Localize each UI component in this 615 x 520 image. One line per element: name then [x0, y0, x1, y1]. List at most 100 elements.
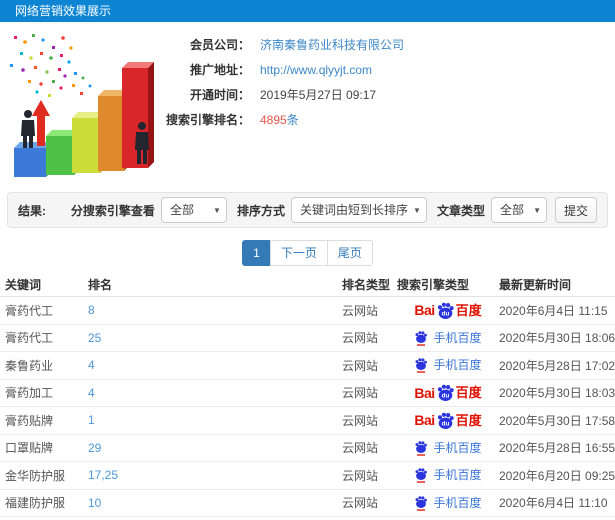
mobile-baidu-badge: 手机百度 — [414, 440, 482, 456]
type-filter-label: 文章类型 — [436, 203, 485, 218]
submit-button[interactable]: 提交 — [554, 197, 597, 223]
table-row: 金华防护服 17,25 云网站 手机百度 2020年6月20日 09:25 — [0, 462, 615, 490]
rank-link[interactable]: 17,25 — [88, 468, 342, 482]
engine-cell: 手机百度 — [397, 357, 499, 374]
rank-count-value: 4895条 — [260, 111, 299, 128]
table-row: 口罩贴牌 29 云网站 手机百度 2020年5月28日 16:55 — [0, 435, 615, 462]
rank-type-cell: 云网站 — [342, 303, 379, 318]
table-row: 福建防护服 10 云网站 手机百度 2020年6月4日 11:10 — [0, 490, 615, 517]
baidu-logo: Bai du 百度 — [414, 383, 482, 402]
last-page-button[interactable]: 尾页 — [326, 240, 373, 266]
baidu-logo-cn-text: 百度 — [455, 385, 482, 401]
engine-filter-value: 全部 — [169, 203, 194, 217]
svg-text:du: du — [441, 420, 449, 427]
mobile-baidu-badge: 手机百度 — [414, 467, 482, 484]
rank-link[interactable]: 4 — [88, 386, 342, 400]
engine-cell: 手机百度 — [397, 330, 499, 346]
rank-link[interactable]: 29 — [88, 441, 342, 455]
page-header: 网络营销效果展示 — [0, 0, 615, 22]
rank-count-label: 搜索引擎排名： — [165, 113, 250, 127]
engine-filter-select[interactable]: 全部 ▼ — [160, 197, 227, 223]
rank-link[interactable]: 10 — [88, 496, 342, 510]
rank-type-cell: 云网站 — [342, 468, 379, 483]
col-keyword: 关键词 — [5, 277, 42, 292]
baidu-paw-icon: du — [437, 384, 454, 402]
svg-text:du: du — [441, 310, 449, 317]
table-row: 秦鲁药业 4 云网站 手机百度 2020年5月28日 17:02 — [0, 352, 615, 380]
keyword-cell: 福建防护服 — [5, 496, 66, 511]
page: 网络营销效果展示 会员公司： 济南秦鲁药业科技有限公司 推广地址： http:/… — [0, 0, 615, 520]
page-1-button[interactable]: 1 — [242, 240, 271, 266]
baidu-paw-icon: du — [437, 412, 454, 429]
keyword-cell: 金华防护服 — [5, 468, 66, 483]
open-time-label: 开通时间： — [189, 88, 250, 102]
baidu-paw-icon: du — [437, 302, 454, 319]
updated-cell: 2020年5月30日 17:58 — [499, 413, 615, 428]
results-table: 关键词 排名 排名类型 搜索引擎类型 最新更新时间 膏药代工 8 云网站 Bai… — [0, 272, 615, 520]
baidu-paw-icon — [415, 441, 428, 456]
promo-url-link[interactable]: http://www.qlyyjt.com — [260, 63, 372, 77]
growth-chart-illustration — [10, 34, 154, 177]
chevron-down-icon: ▼ — [413, 206, 421, 215]
mobile-baidu-label: 手机百度 — [433, 358, 482, 373]
updated-cell: 2020年5月28日 16:55 — [499, 441, 615, 456]
table-header: 关键词 排名 排名类型 搜索引擎类型 最新更新时间 — [0, 272, 615, 297]
info-row-company: 会员公司： 济南秦鲁药业科技有限公司 — [158, 32, 608, 57]
rank-count-suffix: 条 — [286, 113, 299, 127]
rank-link[interactable]: 1 — [88, 413, 342, 427]
col-updated: 最新更新时间 — [499, 277, 572, 292]
rank-link[interactable]: 25 — [88, 331, 342, 345]
col-rank: 排名 — [88, 277, 113, 292]
keyword-cell: 膏药贴牌 — [5, 413, 54, 428]
pagination: 1 下一页 尾页 — [0, 240, 615, 266]
engine-cell: Bai du 百度 — [397, 301, 499, 320]
company-info: 会员公司： 济南秦鲁药业科技有限公司 推广地址： http://www.qlyy… — [158, 32, 608, 132]
baidu-logo: Bai du 百度 — [414, 301, 482, 320]
updated-cell: 2020年5月28日 17:02 — [499, 358, 615, 373]
table-row: 膏药代工 8 云网站 Bai du 百度 2020年6月4日 11:15 — [0, 297, 615, 325]
type-filter-select[interactable]: 全部 ▼ — [490, 197, 547, 223]
updated-cell: 2020年5月30日 18:06 — [499, 331, 615, 346]
rank-link[interactable]: 8 — [88, 303, 342, 317]
rank-type-cell: 云网站 — [342, 358, 379, 373]
sort-filter-value: 关键词由短到长排序 — [299, 203, 408, 217]
mobile-baidu-label: 手机百度 — [433, 468, 482, 483]
baidu-logo-cn-text: 百度 — [455, 302, 482, 318]
sort-filter-label: 排序方式 — [236, 203, 285, 218]
sort-filter-select[interactable]: 关键词由短到长排序 ▼ — [290, 197, 427, 223]
mobile-baidu-label: 手机百度 — [433, 330, 482, 345]
updated-cell: 2020年6月20日 09:25 — [499, 468, 615, 483]
rank-link[interactable]: 4 — [88, 358, 342, 372]
filter-bar: 结果: 分搜索引擎查看 全部 ▼ 排序方式 关键词由短到长排序 ▼ 文章类型 全… — [7, 192, 608, 228]
rank-type-cell: 云网站 — [342, 386, 379, 401]
baidu-logo-bai-text: Bai — [414, 384, 435, 401]
company-name-link[interactable]: 济南秦鲁药业科技有限公司 — [260, 36, 404, 53]
next-page-button[interactable]: 下一页 — [269, 240, 328, 266]
rank-count-number: 4895 — [260, 113, 287, 127]
chevron-down-icon: ▼ — [533, 206, 541, 215]
baidu-logo-bai-text: Bai — [414, 412, 435, 429]
baidu-logo-bai-text: Bai — [414, 302, 435, 319]
baidu-logo-cn-text: 百度 — [455, 412, 482, 428]
updated-cell: 2020年6月4日 11:10 — [499, 496, 608, 511]
svg-text:du: du — [441, 393, 449, 400]
engine-filter-label: 分搜索引擎查看 — [70, 203, 155, 218]
results-label: 结果: — [18, 203, 46, 218]
baidu-logo: Bai du 百度 — [414, 411, 482, 430]
table-row: 膏药加工 4 云网站 Bai du 百度 2020年5月30日 18:03 — [0, 380, 615, 407]
mobile-baidu-label: 手机百度 — [433, 495, 482, 510]
info-row-url: 推广地址： http://www.qlyyjt.com — [158, 57, 608, 82]
page-title: 网络营销效果展示 — [15, 4, 112, 18]
keyword-cell: 秦鲁药业 — [5, 358, 54, 373]
keyword-cell: 膏药代工 — [5, 331, 54, 346]
engine-cell: Bai du 百度 — [397, 411, 499, 430]
engine-cell: 手机百度 — [397, 467, 499, 484]
table-row: 膏药贴牌 1 云网站 Bai du 百度 2020年5月30日 17:58 — [0, 407, 615, 435]
baidu-paw-icon — [415, 496, 428, 511]
rank-type-cell: 云网站 — [342, 496, 379, 511]
updated-cell: 2020年5月30日 18:03 — [499, 386, 615, 401]
mobile-baidu-badge: 手机百度 — [414, 357, 482, 374]
baidu-paw-icon — [415, 468, 428, 484]
info-row-opened: 开通时间： 2019年5月27日 09:17 — [158, 82, 608, 107]
rank-type-cell: 云网站 — [342, 331, 379, 346]
